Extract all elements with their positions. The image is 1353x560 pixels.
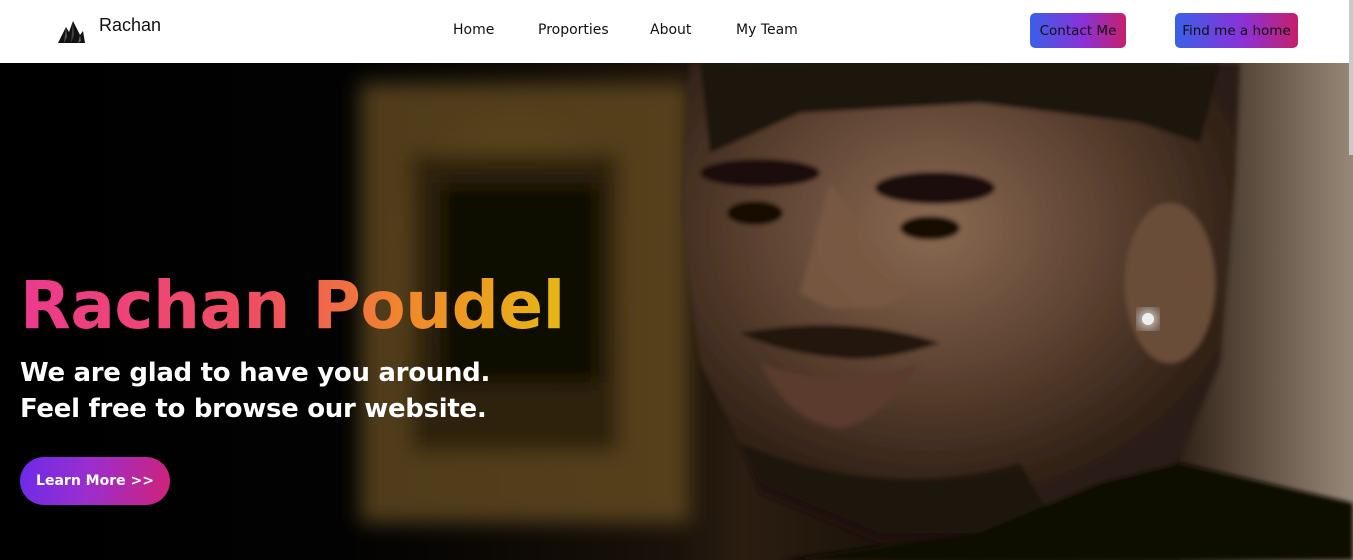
navbar: Rachan Home Proporties About My Team Con… (0, 0, 1353, 63)
nav-link-home[interactable]: Home (453, 22, 494, 38)
nav-link-about[interactable]: About (650, 22, 691, 38)
find-home-button[interactable]: Find me a home (1175, 13, 1298, 48)
learn-more-button[interactable]: Learn More >> (20, 457, 170, 505)
hero-headline: Rachan Poudel (20, 267, 565, 344)
brand-name[interactable]: Rachan (99, 15, 161, 36)
nav-link-my-team[interactable]: My Team (736, 22, 798, 38)
nav-link-proporties[interactable]: Proporties (538, 22, 609, 38)
portrait-photo (680, 63, 1353, 560)
tagline-line-1: We are glad to have you around. (20, 358, 491, 388)
scrollbar[interactable] (1349, 0, 1353, 155)
mountain-peaks-icon[interactable] (56, 17, 86, 45)
tagline-line-2: Feel free to browse our website. (20, 394, 487, 424)
hero-section: Rachan Poudel We are glad to have you ar… (0, 63, 1353, 560)
hero-tagline: We are glad to have you around. Feel fre… (20, 355, 490, 427)
contact-me-button[interactable]: Contact Me (1030, 13, 1126, 48)
